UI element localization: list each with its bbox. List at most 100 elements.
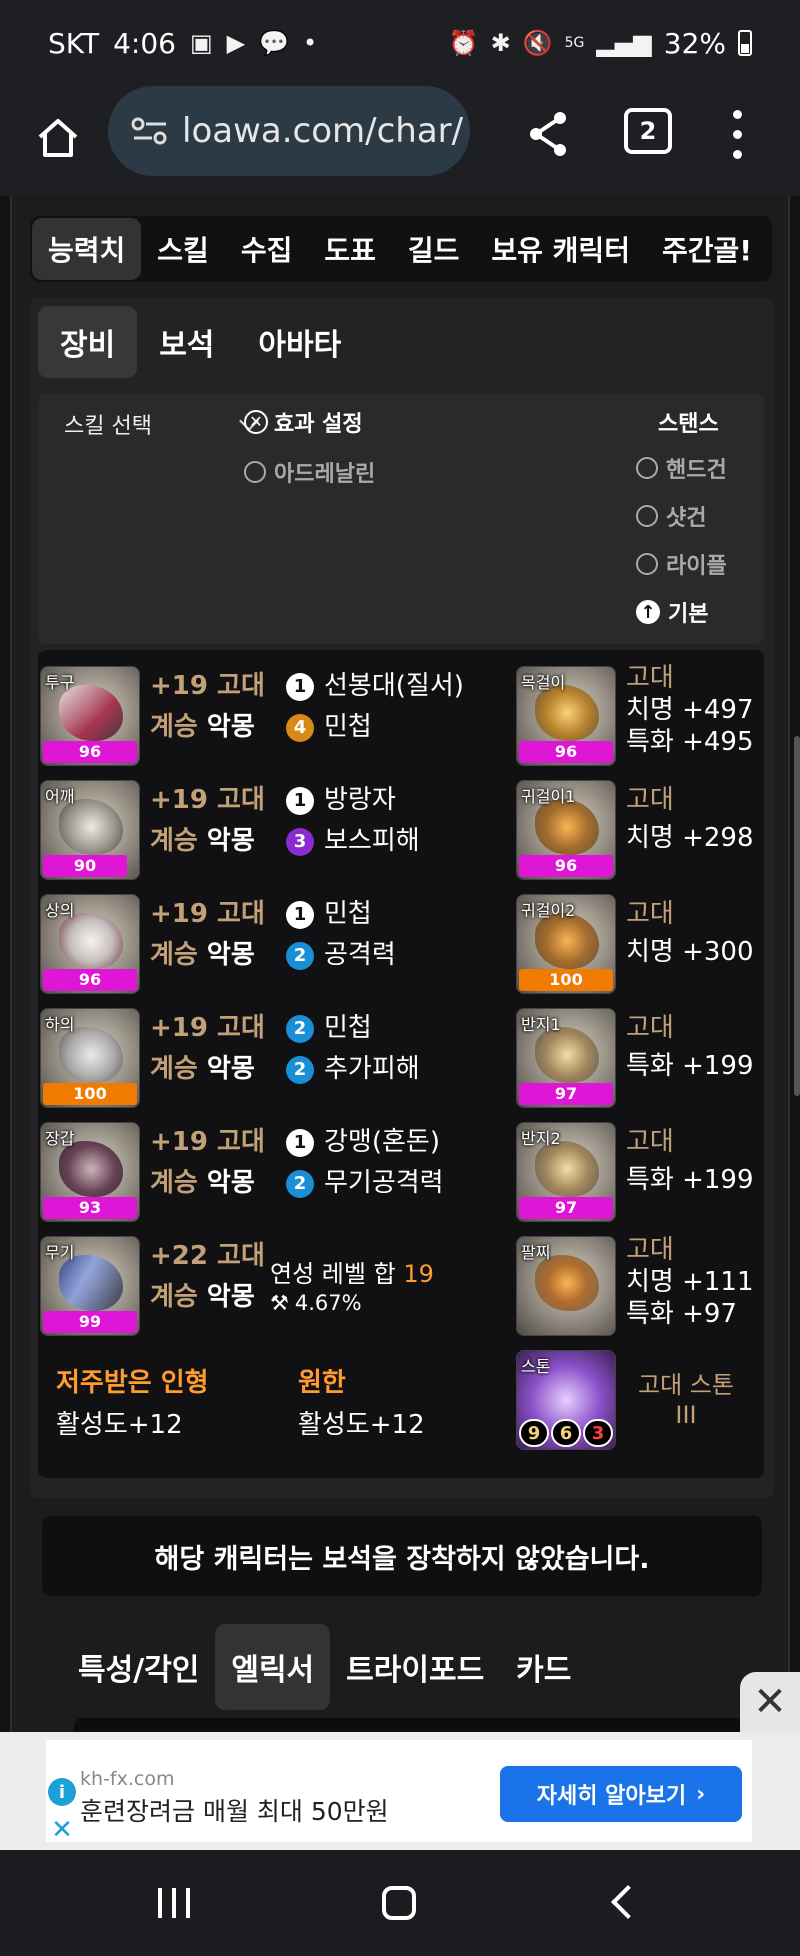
tab-stats[interactable]: 능력치: [32, 218, 142, 280]
site-settings-icon[interactable]: [130, 116, 170, 146]
network-badge: 5G: [564, 35, 585, 51]
home-nav-icon[interactable]: [382, 1886, 416, 1920]
battery-percent: 32%: [663, 26, 726, 60]
page-scrollbar[interactable]: [794, 736, 800, 1096]
tab-cards[interactable]: 카드: [500, 1624, 587, 1710]
accessory-slot-ring1[interactable]: 반지1 97: [516, 1008, 616, 1108]
upgrade-label: +19 고대: [150, 671, 265, 701]
stat-line: 특화 +97: [626, 1299, 737, 1329]
back-icon[interactable]: [611, 1885, 645, 1919]
stance-default[interactable]: ↑ 기본: [636, 596, 708, 628]
upgrade-label: +19 고대: [150, 785, 265, 815]
radio-shotgun[interactable]: [636, 505, 658, 527]
option-adrenaline[interactable]: 아드레날린: [244, 456, 375, 488]
slot-label: 반지1: [521, 1015, 561, 1034]
quality-bar: 96: [43, 741, 137, 763]
ad-domain: kh-fx.com: [80, 1768, 175, 1790]
tab-elixir[interactable]: 엘릭서: [215, 1624, 331, 1710]
close-ad-icon[interactable]: ✕: [740, 1672, 800, 1732]
radio-adrenaline[interactable]: [244, 461, 266, 483]
stone-gem: 9: [519, 1419, 549, 1447]
helmet-info: +19 고대 계승 악몽: [150, 666, 265, 748]
engraving-name: 원한: [298, 1368, 346, 1398]
tab-switcher-button[interactable]: 2: [624, 108, 672, 154]
close-circle-icon[interactable]: ✕: [244, 410, 268, 434]
set-label: 악몽: [206, 1168, 255, 1198]
radio-rifle[interactable]: [636, 553, 658, 575]
stat-line: 치명 +298: [626, 823, 754, 853]
alarm-icon: ⏰: [448, 29, 479, 57]
effect-level-badge: 1: [286, 786, 314, 815]
set-label: 악몽: [206, 1282, 255, 1312]
refine-label: 연성 레벨 합: [270, 1260, 396, 1288]
radio-handgun[interactable]: [636, 457, 658, 479]
equipment-slot-helmet[interactable]: 투구 96: [40, 666, 140, 766]
equipment-slot-gloves[interactable]: 장갑 93: [40, 1122, 140, 1222]
equipment-panel: 장비 보석 아바타 스킬 선택 ✕ 효과 설정 아드레날린 스탠스 핸드건 샷건…: [30, 298, 774, 1498]
ability-stone-slot[interactable]: 스톤 9 6 3: [516, 1350, 616, 1450]
tab-avatar[interactable]: 아바타: [236, 306, 363, 378]
accessory-slot-earring2[interactable]: 귀걸이2 100: [516, 894, 616, 994]
info-icon[interactable]: i: [48, 1778, 76, 1806]
tab-engravings[interactable]: 특성/각인: [62, 1624, 215, 1710]
stone-gem: 6: [551, 1419, 581, 1447]
accessory-slot-ring2[interactable]: 반지2 97: [516, 1122, 616, 1222]
ad-close-icon[interactable]: ✕: [48, 1815, 76, 1845]
ad-banner[interactable]: i ✕ kh-fx.com 훈련장려금 매월 최대 50만원 자세히 알아보기 …: [0, 1732, 800, 1850]
effect-name: 방랑자: [324, 785, 396, 815]
tab-guild[interactable]: 길드: [392, 218, 476, 280]
stone-gem-row: 9 6 3: [519, 1419, 613, 1447]
grade-label: 고대: [626, 1127, 674, 1157]
more-menu-icon[interactable]: [722, 104, 752, 164]
tab-charts[interactable]: 도표: [308, 218, 392, 280]
set-label: 악몽: [206, 826, 255, 856]
effect-level-badge: 1: [286, 672, 314, 701]
url-text: loawa.com/char/: [182, 111, 464, 151]
succession-label: 계승: [150, 712, 198, 742]
tab-tripod[interactable]: 트라이포드: [330, 1624, 500, 1710]
effect-level-badge: 2: [286, 941, 314, 970]
accessory-slot-bracelet[interactable]: 팔찌: [516, 1236, 616, 1336]
equipment-slot-top[interactable]: 상의 96: [40, 894, 140, 994]
accessory-slot-earring1[interactable]: 귀걸이1 96: [516, 780, 616, 880]
equipment-slot-shoulder[interactable]: 어깨 90: [40, 780, 140, 880]
tab-gems[interactable]: 보석: [137, 306, 236, 378]
effect-level-badge: 4: [286, 713, 314, 742]
effect-level-badge: 2: [286, 1014, 314, 1043]
home-icon[interactable]: [28, 108, 88, 168]
share-icon[interactable]: [520, 106, 576, 162]
recent-apps-icon[interactable]: [158, 1888, 190, 1918]
main-tab-bar: 능력치 스킬 수집 도표 길드 보유 캐릭터 주간골!: [30, 216, 772, 282]
stone-gem: 3: [583, 1419, 613, 1447]
tab-skills[interactable]: 스킬: [141, 218, 225, 280]
ad-cta-button[interactable]: 자세히 알아보기 ›: [500, 1766, 742, 1822]
equipment-slot-weapon[interactable]: 무기 99: [40, 1236, 140, 1336]
quality-bar: 97: [519, 1083, 613, 1105]
earring1-info: 고대 치명 +298: [626, 784, 754, 854]
helmet-effects: 1 선봉대(질서) 4 민첩: [286, 666, 464, 748]
tab-owned-characters[interactable]: 보유 캐릭터: [475, 218, 646, 280]
arrow-up-circle-icon: ↑: [636, 600, 660, 624]
stat-line: 특화 +199: [626, 1165, 754, 1195]
bottom-tab-bar: 특성/각인 엘릭서 트라이포드 카드: [62, 1624, 587, 1710]
accessory-slot-necklace[interactable]: 목걸이 96: [516, 666, 616, 766]
status-bar: SKT 4:06 ▣ ▶ 💬 • ⏰ ✱ 🔇 5G ▂▄▆ 32%: [0, 0, 800, 86]
stone-info: 고대 스톤 III: [638, 1370, 734, 1430]
quality-bar: 96: [519, 855, 613, 877]
equipment-slot-pants[interactable]: 하의 100: [40, 1008, 140, 1108]
address-bar[interactable]: loawa.com/char/: [108, 86, 470, 176]
stat-line: 치명 +111: [626, 1267, 754, 1297]
engraving-name: 저주받은 인형: [56, 1368, 209, 1398]
tab-collection[interactable]: 수집: [225, 218, 309, 280]
tab-equipment[interactable]: 장비: [38, 306, 138, 378]
skill-select-dropdown[interactable]: 스킬 선택: [64, 408, 259, 440]
ad-title: 훈련장려금 매월 최대 50만원: [80, 1797, 389, 1826]
stance-rifle[interactable]: 라이플: [636, 548, 727, 580]
tab-weekly-gold[interactable]: 주간골!: [646, 218, 768, 280]
stance-handgun[interactable]: 핸드건: [636, 452, 727, 484]
effect-settings-header[interactable]: ✕ 효과 설정: [244, 406, 363, 438]
stance-shotgun[interactable]: 샷건: [636, 500, 706, 532]
bracelet-icon: [535, 1255, 599, 1311]
upgrade-label: +22 고대: [150, 1241, 265, 1271]
weapon-icon: [59, 1255, 123, 1311]
